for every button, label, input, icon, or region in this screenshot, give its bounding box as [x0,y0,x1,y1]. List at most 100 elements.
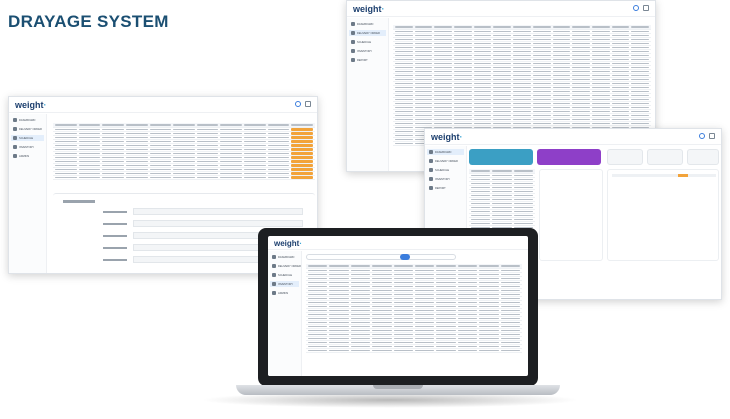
table-cell [473,78,492,81]
table-cell [173,152,195,155]
table-cell [393,305,414,308]
table-cell [500,309,521,312]
truck-input[interactable] [133,220,303,227]
table-cell [500,269,521,272]
table-cell [471,210,491,213]
sidebar-item-report[interactable]: REPORT [349,57,386,63]
table-cell [500,321,521,324]
table-cell [513,114,531,117]
table-cell [513,190,533,193]
table-cell [372,281,392,284]
table-row[interactable] [53,176,315,180]
table-cell [149,144,172,147]
sidebar-item-report[interactable]: REPORT [427,185,464,191]
table-cell [572,38,590,41]
sidebar-item-inventory[interactable]: INVENTORY [270,281,299,287]
sidebar-item-inventory[interactable]: INVENTORY [427,176,464,182]
table-cell [78,144,101,147]
sidebar-item-dashboard[interactable]: DASHBOARD [11,117,44,123]
sidebar-item-inventory[interactable]: INVENTORY [349,48,386,54]
sidebar-item-dashboard[interactable]: DASHBOARD [349,21,386,27]
table-cell [479,277,499,280]
sidebar-item-delivery-order[interactable]: DELIVERY ORDER [270,263,301,269]
table-cell [102,140,124,143]
table-cell [329,329,349,332]
logout-icon[interactable] [709,133,715,139]
logout-icon[interactable] [305,101,311,107]
table-cell [414,62,433,65]
sidebar-item-dashboard[interactable]: DASHBOARD [270,254,299,260]
search-button[interactable] [400,254,410,260]
laptop-screen: weight· DASHBOARD DELIVERY ORDER SCHEDUL… [268,236,528,376]
table-row[interactable] [306,349,522,353]
table-cell [308,305,328,308]
sidebar-item-delivery-order[interactable]: DELIVERY ORDER [427,158,464,164]
table-cell [291,168,314,171]
sidebar-item-schedule[interactable]: SCHEDULE [349,39,386,45]
table-cell [414,30,433,33]
table-cell [414,90,433,93]
table-cell [631,62,649,65]
table-cell [457,265,478,267]
table-cell [479,281,499,284]
table-cell [434,54,453,57]
filter-bar[interactable] [306,254,456,260]
table-cell [393,285,414,288]
table-cell [611,66,630,69]
table-cell [308,269,328,272]
table-cell [372,313,392,316]
sidebar-item-admins[interactable]: ADMINS [11,153,44,159]
table-cell [513,106,531,109]
table-cell [591,42,610,45]
table-cell [500,265,521,267]
sidebar-item-inventory[interactable]: INVENTORY [11,144,44,150]
table-cell [220,132,243,135]
table-cell [414,94,433,97]
table-cell [479,345,499,348]
sidebar-item-schedule[interactable]: SCHEDULE [427,167,464,173]
table-cell [102,172,124,175]
table-cell [500,349,521,352]
logout-icon[interactable] [643,5,649,11]
table-cell [493,30,512,33]
table-cell [436,345,456,348]
settings-icon[interactable] [295,101,301,107]
table-cell [393,277,414,280]
sidebar-item-delivery-order[interactable]: DELIVERY ORDER [11,126,44,132]
calendar-icon [272,273,276,277]
settings-icon[interactable] [633,5,639,11]
sidebar-item-schedule[interactable]: SCHEDULE [11,135,44,141]
table-cell [78,168,101,171]
sidebar-item-dashboard[interactable]: DASHBOARD [427,149,464,155]
card-purple[interactable] [537,149,601,165]
table-cell [395,62,413,65]
table-cell [415,301,435,304]
table-cell [372,293,392,296]
sidebar-item-admins[interactable]: ADMINS [270,290,299,296]
table-cell [631,78,649,81]
table-cell [611,86,630,89]
table-cell [473,62,492,65]
table-cell [102,156,124,159]
table-cell [395,126,413,129]
sidebar-item-schedule[interactable]: SCHEDULE [270,272,299,278]
table-cell [611,106,630,109]
table-cell [329,309,349,312]
sidebar-item-delivery-order[interactable]: DELIVERY ORDER [349,30,386,36]
table-cell [350,297,371,300]
table-cell [513,202,533,205]
table-cell [395,30,413,33]
table-cell [513,26,531,28]
table-cell [350,293,371,296]
table-cell [434,90,453,93]
truck-input[interactable] [133,208,303,215]
table-cell [149,176,172,179]
card-teal[interactable] [469,149,533,165]
table-cell [415,317,435,320]
settings-icon[interactable] [699,133,705,139]
table-cell [513,186,533,189]
chart-icon [351,58,355,62]
table-cell [308,273,328,276]
table-cell [457,341,478,344]
right-detail-panel [607,169,719,261]
